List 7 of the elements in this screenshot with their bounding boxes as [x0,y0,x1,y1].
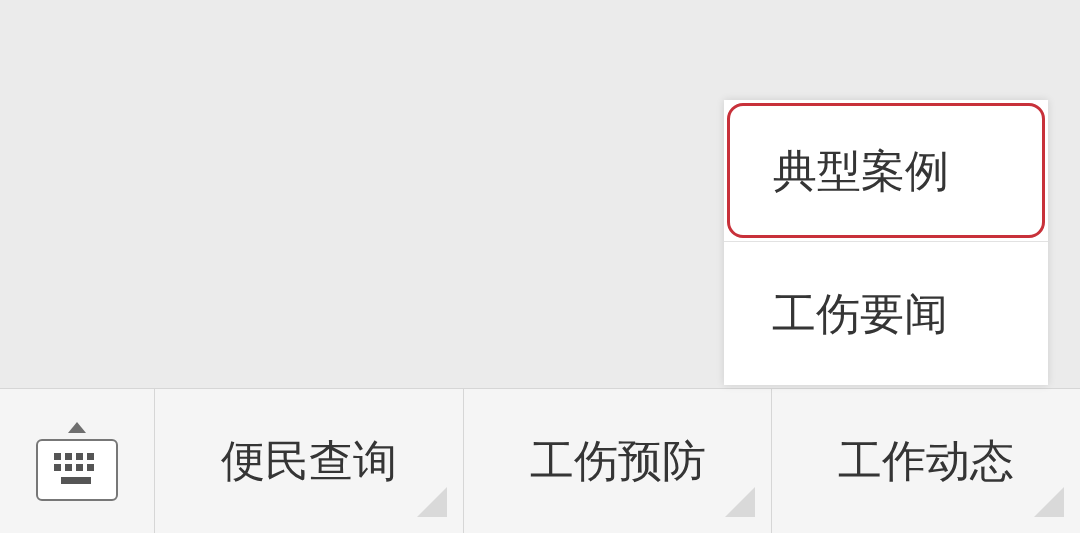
submenu-item[interactable]: 工伤要闻 [724,241,1048,385]
submenu-item[interactable]: 典型案例 [727,103,1045,238]
menu-button[interactable]: 工伤预防 [463,389,773,533]
caret-up-icon[interactable] [68,421,86,433]
menu-button[interactable]: 工作动态 [772,389,1080,533]
menu-button[interactable]: 便民查询 [155,389,464,533]
keyboard-icon[interactable] [36,438,118,501]
